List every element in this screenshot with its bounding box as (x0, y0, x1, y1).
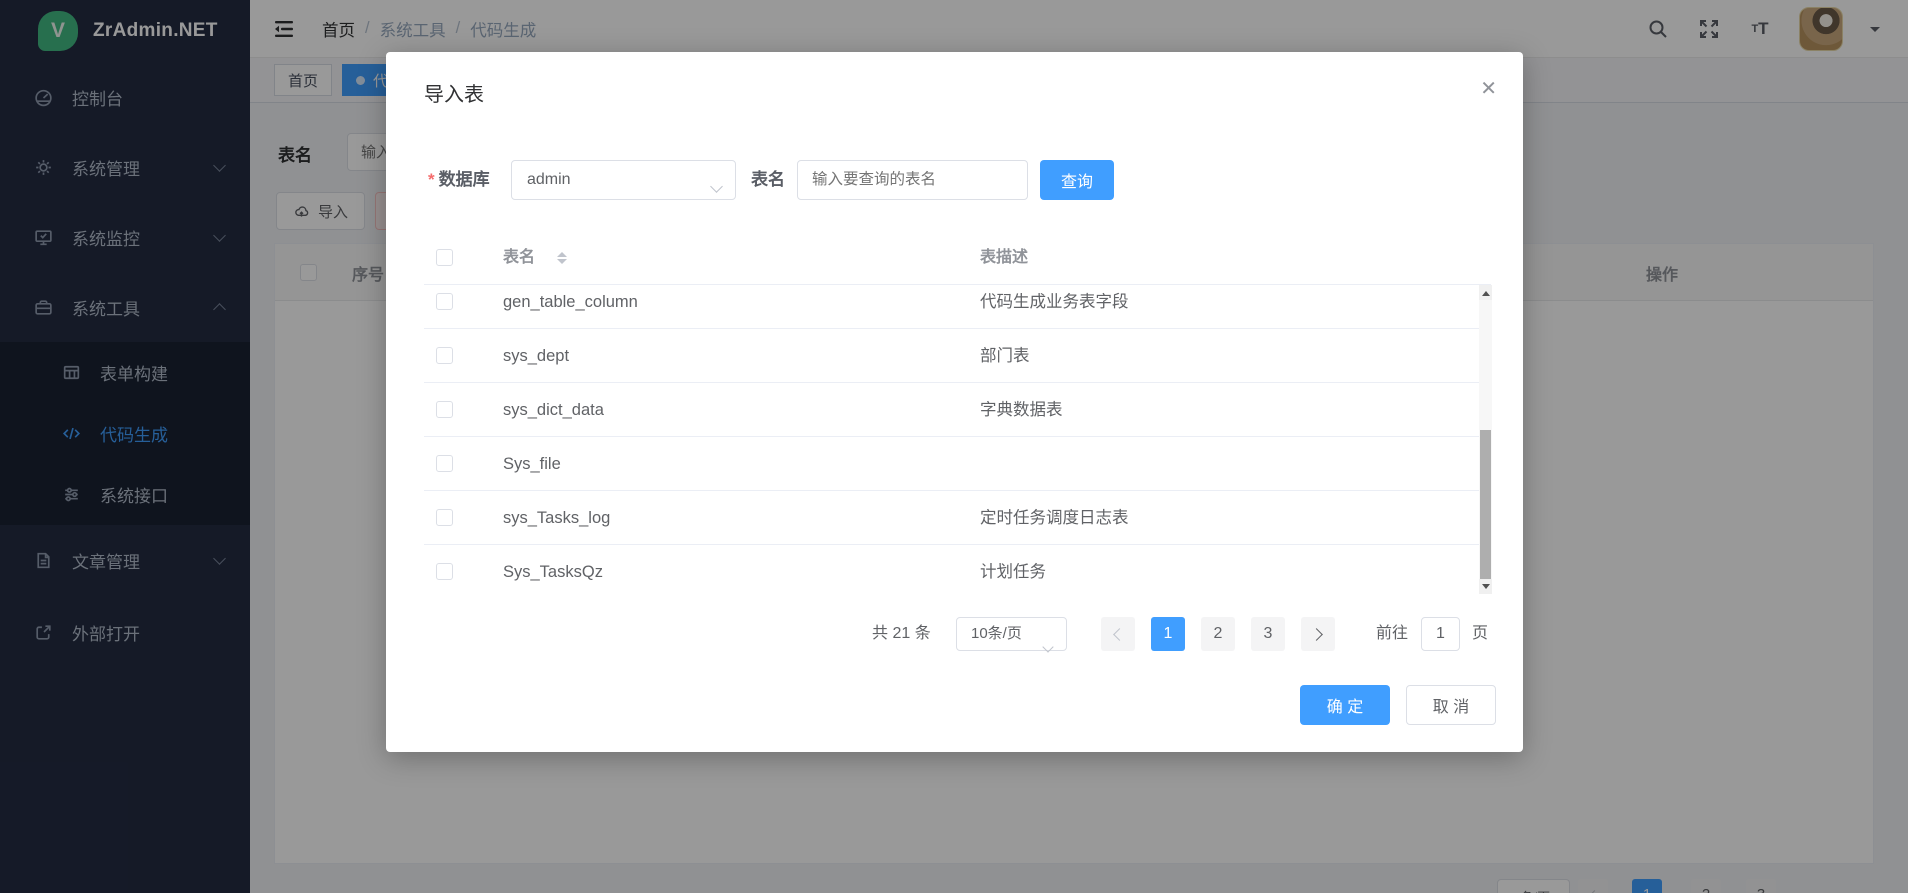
page-size-value: 10条/页 (971, 625, 1022, 642)
select-all-checkbox[interactable] (436, 249, 453, 266)
scrollbar-thumb[interactable] (1480, 430, 1491, 580)
row-checkbox[interactable] (436, 293, 453, 310)
database-select-value: admin (527, 161, 571, 199)
close-icon[interactable]: ✕ (1480, 76, 1497, 101)
table-row[interactable]: sys_dict_data 字典数据表 (424, 383, 1479, 437)
goto-page-label: 前往 (1376, 617, 1408, 651)
confirm-button[interactable]: 确 定 (1300, 685, 1390, 725)
cell-table-name: sys_dict_data (503, 383, 604, 437)
table-row[interactable]: sys_Tasks_log 定时任务调度日志表 (424, 491, 1479, 545)
cell-table-name: Sys_TasksQz (503, 545, 603, 594)
goto-page-unit: 页 (1472, 617, 1488, 651)
column-header-table-name: 表名 (503, 231, 535, 285)
modal-table-body: gen_table_column 代码生成业务表字段 sys_dept 部门表 … (424, 285, 1479, 594)
database-label: *数据库 (428, 160, 490, 200)
cell-table-name: sys_Tasks_log (503, 491, 610, 545)
app-root: V ZrAdmin.NET 控制台 系统管理 系统监控 (0, 0, 1908, 893)
page-button-1[interactable]: 1 (1151, 617, 1185, 651)
cell-table-desc: 代码生成业务表字段 (980, 285, 1129, 329)
column-header-table-desc: 表描述 (980, 231, 1028, 285)
table-name-search-input[interactable] (797, 160, 1028, 200)
chevron-down-icon (712, 176, 721, 196)
dialog-title: 导入表 (424, 78, 484, 107)
page-button-3[interactable]: 3 (1251, 617, 1285, 651)
pagination-total: 共 21 条 (872, 617, 931, 651)
required-asterisk: * (428, 170, 435, 189)
row-checkbox[interactable] (436, 347, 453, 364)
row-checkbox[interactable] (436, 509, 453, 526)
table-row[interactable]: sys_dept 部门表 (424, 329, 1479, 383)
import-table-dialog: 导入表 ✕ *数据库 admin 表名 查询 表名 表描述 gen_table_… (386, 52, 1523, 752)
row-checkbox[interactable] (436, 455, 453, 472)
prev-page-button[interactable] (1101, 617, 1135, 651)
chevron-down-icon (1044, 631, 1052, 663)
table-scrollbar[interactable] (1479, 285, 1492, 594)
next-page-button[interactable] (1301, 617, 1335, 651)
table-row[interactable]: Sys_TasksQz 计划任务 (424, 545, 1479, 594)
cell-table-name: gen_table_column (503, 285, 638, 329)
cell-table-desc: 定时任务调度日志表 (980, 491, 1129, 545)
scroll-up-arrow-icon[interactable] (1479, 285, 1492, 300)
cell-table-desc: 部门表 (980, 329, 1030, 383)
cancel-button[interactable]: 取 消 (1406, 685, 1496, 725)
cell-table-name: Sys_file (503, 437, 561, 491)
table-row[interactable]: gen_table_column 代码生成业务表字段 (424, 285, 1479, 329)
database-select[interactable]: admin (511, 160, 736, 200)
page-button-2[interactable]: 2 (1201, 617, 1235, 651)
page-size-select[interactable]: 10条/页 (956, 617, 1067, 651)
cell-table-desc: 字典数据表 (980, 383, 1063, 437)
row-checkbox[interactable] (436, 401, 453, 418)
table-name-label: 表名 (751, 160, 785, 200)
cell-table-desc: 计划任务 (980, 545, 1046, 594)
table-row[interactable]: Sys_file (424, 437, 1479, 491)
goto-page-input[interactable] (1421, 617, 1460, 651)
modal-table-header: 表名 表描述 (424, 231, 1491, 285)
sort-caret-icon[interactable] (557, 247, 567, 269)
scroll-down-arrow-icon[interactable] (1479, 579, 1492, 594)
cell-table-name: sys_dept (503, 329, 569, 383)
row-checkbox[interactable] (436, 563, 453, 580)
query-button[interactable]: 查询 (1040, 160, 1114, 200)
